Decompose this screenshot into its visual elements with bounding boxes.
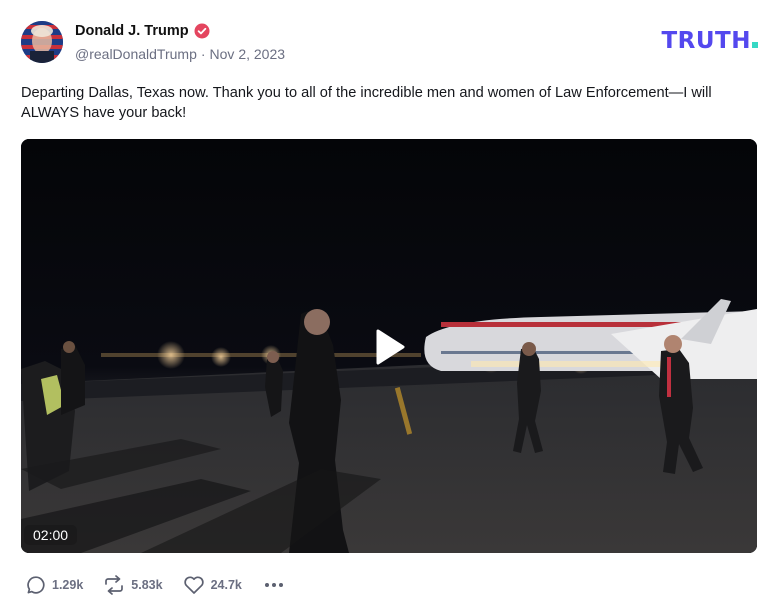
play-icon (376, 329, 405, 365)
name-row: Donald J. Trump (75, 23, 210, 39)
post-date[interactable]: Nov 2, 2023 (210, 46, 286, 62)
handle[interactable]: @realDonaldTrump (75, 46, 197, 62)
like-count: 24.7k (210, 578, 242, 592)
logo-text: TRUTH (661, 28, 751, 54)
truth-logo[interactable]: TRUTH (661, 29, 758, 53)
retruth-icon (105, 575, 124, 595)
avatar[interactable] (21, 21, 63, 63)
more-dot (271, 583, 276, 587)
action-bar: 1.29k 5.83k 24.7k (26, 574, 285, 596)
reply-icon (27, 576, 45, 594)
more-dot (278, 583, 283, 587)
retruth-count: 5.83k (131, 578, 163, 592)
logo-dot (752, 42, 758, 48)
like-button[interactable]: 24.7k (183, 575, 242, 595)
display-name[interactable]: Donald J. Trump (75, 23, 189, 39)
more-dot (264, 583, 269, 587)
meta-separator: · (200, 46, 206, 62)
post-text: Departing Dallas, Texas now. Thank you t… (21, 85, 712, 121)
video-duration: 02:00 (24, 525, 78, 545)
like-icon (183, 576, 204, 594)
retruth-button[interactable]: 5.83k (103, 575, 163, 595)
post-header: Donald J. Trump @realDonaldTrump · Nov 2… (21, 21, 758, 65)
play-button[interactable] (359, 317, 419, 377)
reply-count: 1.29k (52, 578, 84, 592)
post-meta: @realDonaldTrump · Nov 2, 2023 (75, 46, 285, 62)
reply-button[interactable]: 1.29k (26, 575, 83, 595)
verified-badge-icon (194, 23, 210, 39)
video-player[interactable]: 02:00 (21, 139, 757, 553)
more-options-icon[interactable] (263, 579, 285, 591)
